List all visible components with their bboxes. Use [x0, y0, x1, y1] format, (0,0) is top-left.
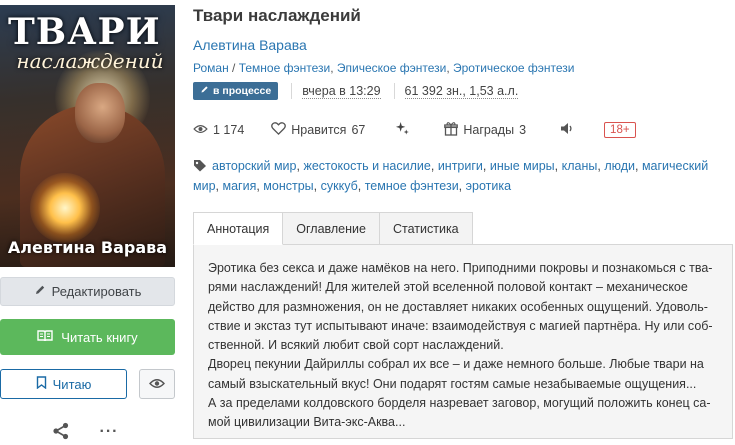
genre-link[interactable]: Эпическое фэнтези	[337, 61, 446, 75]
book-size: 61 392 зн., 1,53 а.л.	[404, 83, 519, 99]
annotation-line: самый взыскательный вкус! Они подарят го…	[208, 376, 697, 391]
pencil-icon	[200, 85, 209, 97]
genre-link[interactable]: Роман	[193, 61, 229, 75]
annotation-panel: Эротика без секса и даже намёков на него…	[193, 244, 733, 439]
views-count: 1 174	[193, 123, 244, 137]
genre-link[interactable]: Эротическое фэнтези	[453, 61, 575, 75]
edit-button[interactable]: Редактировать	[0, 277, 175, 306]
status-badge: в процессе	[193, 82, 279, 100]
heart-icon	[271, 122, 287, 138]
stats-bar: 1 174 Нравится 67 Награды 3 18+	[193, 120, 636, 140]
author-link[interactable]: Алевтина Варава	[193, 37, 307, 53]
book-title: Твари наслаждений	[193, 6, 361, 25]
tab-statistics[interactable]: Статистика	[378, 212, 473, 245]
annotation-line: действо для размножения, он не доставляе…	[208, 299, 708, 314]
eye-icon	[193, 123, 208, 137]
pencil-icon	[34, 284, 46, 299]
tag-link[interactable]: авторский мир	[212, 159, 297, 173]
divider	[291, 83, 293, 99]
annotation-line: Дворец пекунии Дайриллы собрал их все – …	[208, 357, 704, 372]
tag-link[interactable]: иные миры	[490, 159, 555, 173]
awards-button[interactable]: Награды 3	[444, 121, 526, 139]
watch-button[interactable]	[139, 369, 175, 399]
tag-link[interactable]: интриги	[438, 159, 483, 173]
tag-link[interactable]: темное фэнтези	[365, 179, 459, 193]
annotation-line: Эротика без секса и даже намёков на него…	[208, 261, 713, 275]
tab-annotation[interactable]: Аннотация	[193, 212, 284, 245]
audio-button[interactable]	[560, 122, 574, 138]
tag-link[interactable]: кланы	[562, 159, 598, 173]
tab-contents[interactable]: Оглавление	[282, 212, 380, 245]
tag-list: авторский мир, жестокость и насилие, инт…	[193, 159, 709, 193]
status-badge-label: в процессе	[213, 85, 272, 97]
annotation-line: ствие и экстаз тут испытывают иначе: вза…	[208, 318, 713, 333]
share-icon	[52, 422, 70, 443]
tag-link[interactable]: эротика	[466, 179, 511, 193]
sparkle-icon	[395, 121, 410, 139]
tag-link[interactable]: жестокость и насилие	[303, 159, 430, 173]
status-line: в процессе вчера в 13:29 61 392 зн., 1,5…	[193, 81, 519, 101]
bookmark-icon	[36, 376, 47, 392]
speaker-icon	[560, 122, 574, 138]
age-rating-badge: 18+	[604, 122, 636, 138]
share-button[interactable]	[51, 422, 71, 442]
read-book-button[interactable]: Читать книгу	[0, 319, 175, 355]
cover-title: ТВАРИ	[8, 11, 161, 53]
cover-glowing-orb	[30, 173, 100, 243]
genre-link[interactable]: Темное фэнтези	[239, 61, 331, 75]
divider	[393, 83, 395, 99]
annotation-line: А за пределами колдовского борделя назре…	[208, 396, 711, 411]
eye-icon	[149, 377, 165, 392]
genre-list: Роман / Темное фэнтези, Эпическое фэнтез…	[193, 61, 575, 75]
updated-time: вчера в 13:29	[302, 83, 381, 99]
sparkle-button[interactable]	[395, 121, 410, 139]
cover-author: Алевтина Варава	[7, 238, 168, 257]
annotation-line: рями наслаждений! Для жителей этой вселе…	[208, 280, 688, 295]
tag-link[interactable]: монстры	[263, 179, 313, 193]
tag-link[interactable]: суккуб	[321, 179, 358, 193]
tag-icon	[193, 159, 208, 177]
cover-subtitle: наслаждений	[16, 49, 164, 73]
more-dots-icon[interactable]: ···	[98, 422, 120, 442]
annotation-line: мой цивилизации Вита-экс-Аква...	[208, 415, 406, 430]
open-book-icon	[37, 329, 53, 345]
read-book-label: Читать книгу	[61, 329, 138, 345]
edit-button-label: Редактировать	[51, 284, 142, 299]
annotation-line: ственной. И всякий любит свой сорт насла…	[208, 338, 504, 353]
tag-link[interactable]: люди	[604, 159, 635, 173]
gift-icon	[444, 121, 459, 139]
like-button[interactable]: Нравится 67	[271, 122, 365, 138]
book-cover[interactable]: ТВАРИ наслаждений Алевтина Варава	[0, 5, 175, 267]
reading-status-button[interactable]: Читаю	[0, 369, 127, 399]
cover-figure-head	[75, 83, 125, 143]
book-tabs: Аннотация Оглавление Статистика	[193, 212, 473, 245]
tag-link[interactable]: магия	[222, 179, 256, 193]
reading-status-label: Читаю	[52, 376, 92, 392]
